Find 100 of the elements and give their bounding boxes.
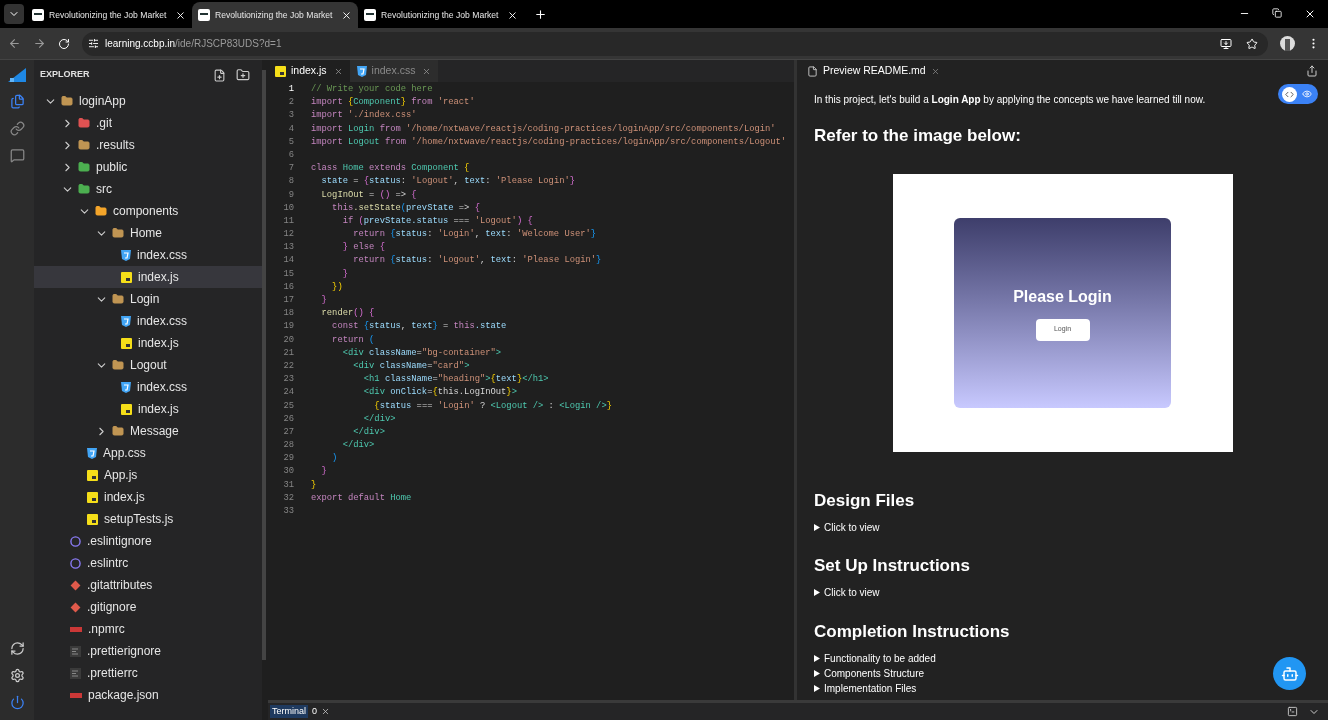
browser-tab[interactable]: Revolutionizing the Job Market (192, 2, 358, 28)
line-number: 3 (287, 109, 294, 123)
tree-item[interactable]: Home (34, 222, 262, 244)
close-icon[interactable] (341, 9, 352, 21)
new-tab-icon[interactable] (534, 8, 547, 21)
line-number: 9 (287, 188, 294, 202)
line-number: 7 (287, 162, 294, 176)
code-line: LogInOut = () => { (320, 188, 417, 202)
eye-icon (1302, 89, 1312, 99)
disclosure-item[interactable]: Click to view (814, 586, 1311, 599)
code-line: <div className="bg-container"> (341, 346, 502, 360)
css-file-icon (356, 65, 367, 77)
tree-item[interactable]: index.js (34, 266, 262, 288)
comment-icon[interactable] (9, 148, 25, 163)
tree-item[interactable]: .results (34, 134, 262, 156)
logo-icon (8, 66, 26, 82)
js-file-icon (121, 271, 132, 283)
text-file-icon (70, 667, 81, 679)
reload-icon[interactable] (58, 37, 70, 50)
disclosure-item[interactable]: Click to view (814, 521, 1311, 533)
line-number: 32 (282, 491, 294, 505)
tree-item[interactable]: Logout (34, 354, 262, 376)
tree-item[interactable]: index.css (34, 310, 262, 332)
terminal-tab[interactable]: Terminal (270, 704, 308, 719)
code-line: export default Home (311, 491, 412, 505)
files-icon[interactable] (9, 94, 25, 109)
chat-bot-button[interactable] (1273, 657, 1306, 690)
editor-tab[interactable]: index.css (349, 60, 439, 82)
tree-item[interactable]: Login (34, 288, 262, 310)
code-line: } (311, 478, 317, 492)
disclosure-item[interactable]: Functionality to be added (814, 652, 1311, 664)
tree-item[interactable]: loginApp (34, 90, 262, 112)
code-line: } (320, 465, 327, 479)
close-icon[interactable] (1304, 8, 1316, 20)
avatar[interactable] (1280, 36, 1295, 51)
css-file-icon (121, 381, 131, 393)
forward-icon[interactable] (33, 37, 46, 50)
line-number: 22 (282, 359, 294, 373)
disclosure-item[interactable]: Components Structure (814, 667, 1311, 679)
line-number: 6 (287, 148, 294, 162)
bookmark-star-icon[interactable] (1246, 37, 1258, 50)
code-view-button[interactable] (1281, 86, 1297, 102)
tree-item[interactable]: index.js (34, 332, 262, 354)
tree-item[interactable]: .eslintrc (34, 552, 262, 574)
section-heading: Design Files (814, 489, 916, 512)
new-folder-icon[interactable] (236, 68, 250, 82)
tree-item[interactable]: App.css (34, 442, 262, 464)
code-line: return {status: 'Logout', text: 'Please Login'} (352, 254, 602, 268)
site-icon (32, 9, 44, 21)
site-info-icon[interactable] (88, 38, 99, 49)
section-heading: Set Up Instructions (814, 555, 971, 577)
address-bar[interactable]: learning.ccbp.in/ide/RJSCP83UDS?d=1 (82, 31, 1268, 56)
tree-item[interactable]: Message (34, 420, 262, 442)
tree-item[interactable]: .npmrc (34, 618, 262, 640)
css-file-icon (121, 249, 131, 261)
js-file-icon (121, 403, 132, 415)
site-icon (198, 9, 210, 21)
browser-tab[interactable]: Revolutionizing the Job Market (26, 2, 192, 28)
tree-item[interactable]: .gitignore (34, 596, 262, 618)
restore-icon[interactable] (1272, 8, 1282, 18)
tree-item[interactable]: App.js (34, 464, 262, 486)
tree-item[interactable]: components (34, 200, 262, 222)
code-line: <div onClick={this.LogInOut}> (362, 386, 517, 400)
close-icon[interactable] (507, 9, 518, 21)
tree-item[interactable]: index.css (34, 376, 262, 398)
back-icon[interactable] (8, 37, 21, 50)
sync-icon[interactable] (9, 641, 25, 656)
tree-item[interactable]: index.js (34, 486, 262, 508)
code-line: render() { (320, 307, 375, 321)
tab-list-button[interactable] (4, 4, 24, 24)
code-line: </div> (352, 425, 385, 439)
new-file-icon[interactable] (213, 68, 226, 82)
folder-icon (112, 293, 124, 305)
tree-item[interactable]: .gitattributes (34, 574, 262, 596)
install-icon[interactable] (1220, 37, 1232, 50)
tree-item[interactable]: index.css (34, 244, 262, 266)
tree-item[interactable]: src (34, 178, 262, 200)
editor-tab[interactable]: index.js (268, 60, 350, 82)
open-external-icon[interactable] (1306, 65, 1318, 77)
js-file-icon (121, 337, 132, 349)
tree-item[interactable]: .eslintignore (34, 530, 262, 552)
power-icon[interactable] (9, 695, 25, 710)
close-icon[interactable] (321, 707, 331, 716)
browser-tab[interactable]: Revolutionizing the Job Market (358, 2, 524, 28)
link-icon[interactable] (9, 121, 25, 136)
tree-item[interactable]: package.json (34, 684, 262, 706)
close-icon[interactable] (175, 9, 186, 21)
disclosure-item[interactable]: Implementation Files (814, 682, 1311, 694)
tree-item[interactable]: .prettierrc (34, 662, 262, 684)
preview-tab[interactable]: Preview README.md (823, 63, 926, 79)
new-terminal-icon[interactable] (1287, 706, 1298, 717)
line-number: 18 (282, 307, 294, 321)
settings-icon[interactable] (9, 668, 25, 683)
tree-item[interactable]: .prettierignore (34, 640, 262, 662)
tree-item[interactable]: public (34, 156, 262, 178)
tree-item[interactable]: setupTests.js (34, 508, 262, 530)
tree-item[interactable]: index.js (34, 398, 262, 420)
code-line: if (prevState.status === 'Logout') { (341, 214, 533, 228)
code-line: import Logout from '/home/nxtwave/reactjs/coding-practices/loginApp/src/components/Logout' (311, 135, 787, 149)
tree-item[interactable]: .git (34, 112, 262, 134)
